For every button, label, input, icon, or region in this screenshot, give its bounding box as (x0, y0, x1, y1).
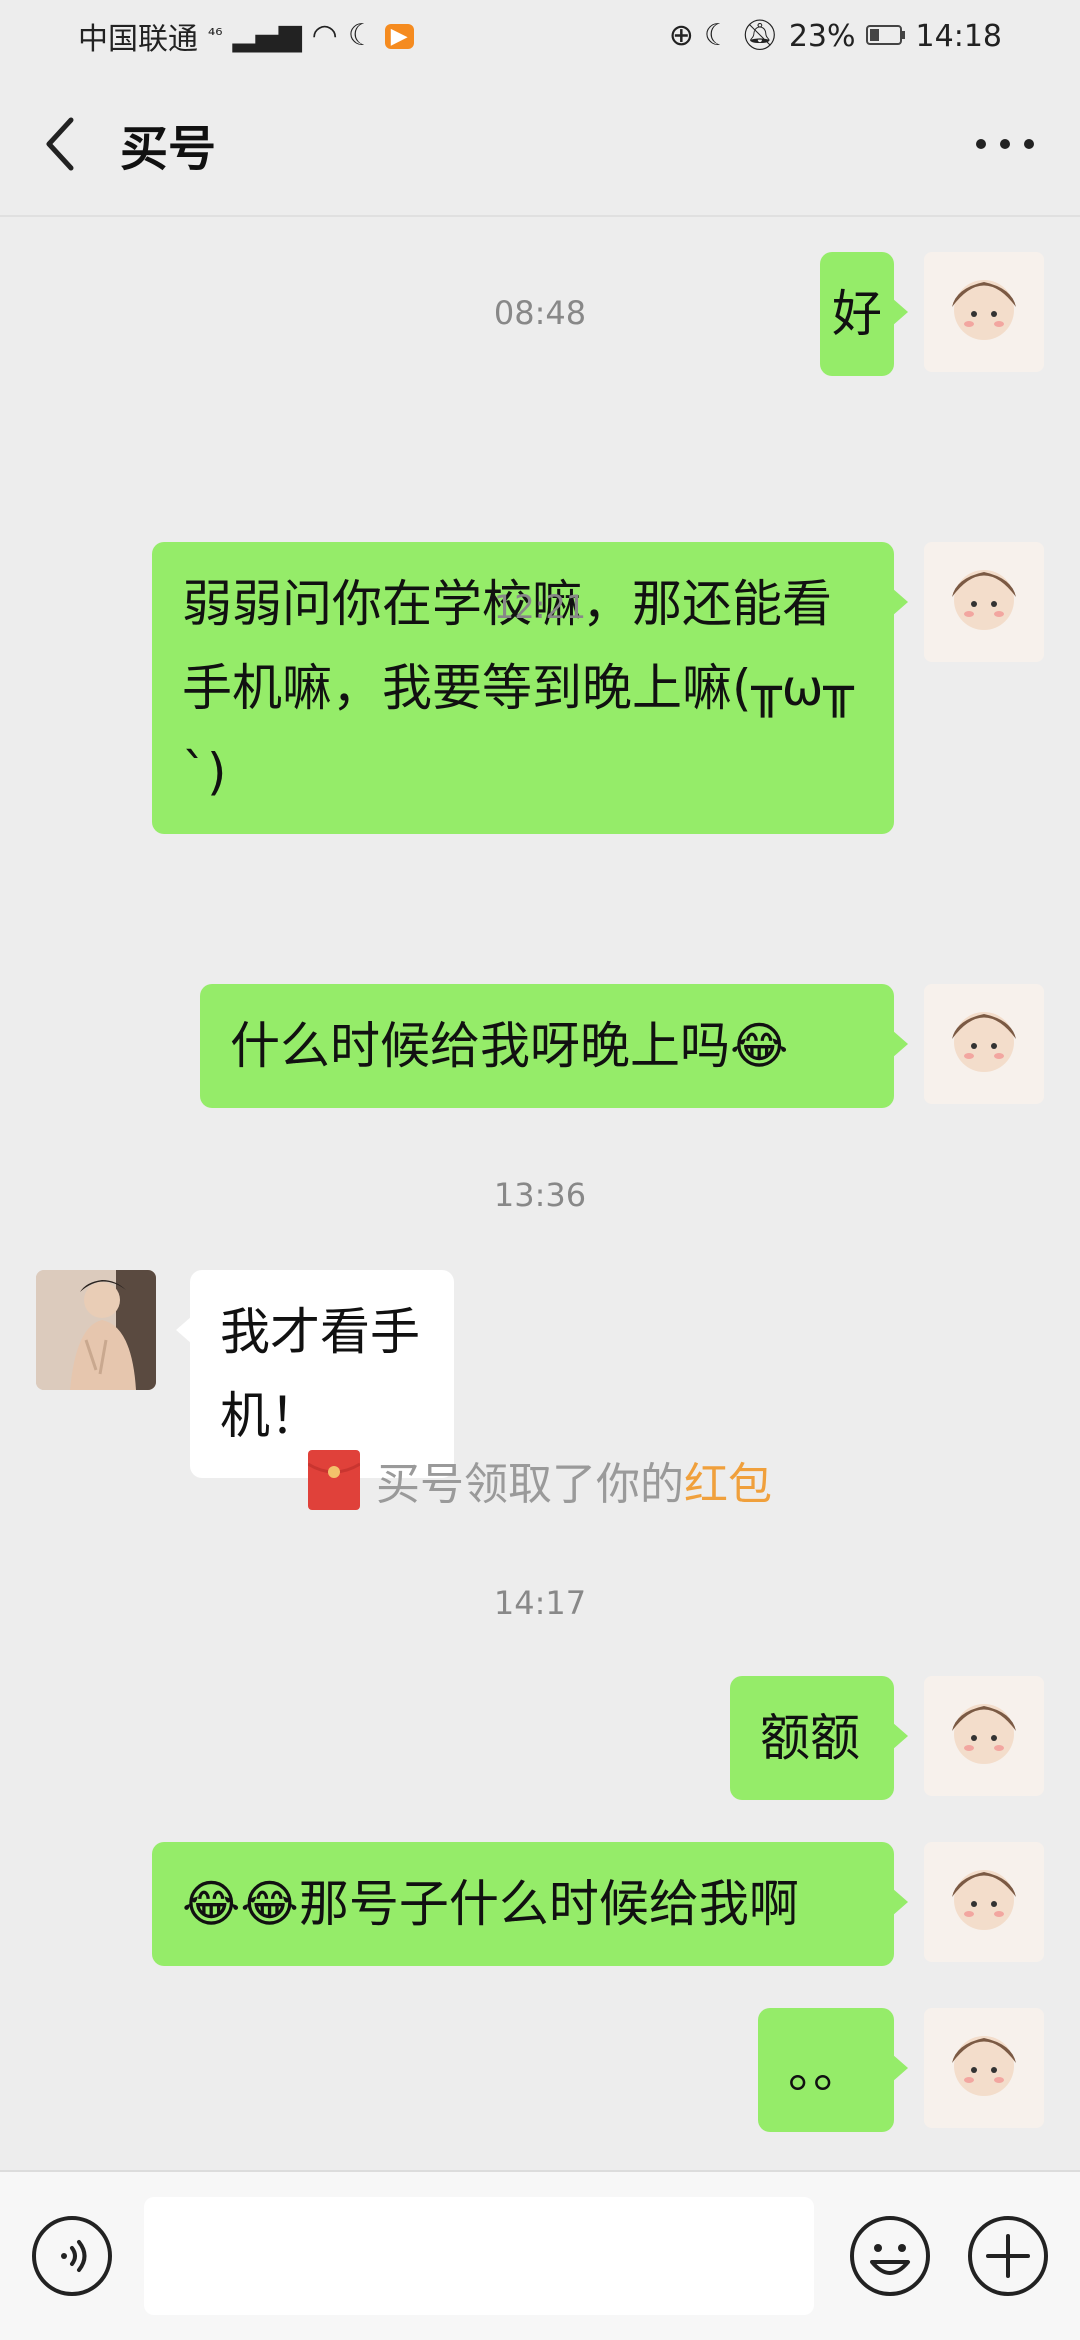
clock: 14:18 (915, 18, 1002, 54)
timestamp: 08:48 (493, 294, 587, 332)
message-bubble[interactable]: 。。 (758, 2008, 908, 2132)
message-outgoing: 额额 (730, 1676, 1044, 1800)
my-avatar[interactable] (924, 2008, 1044, 2128)
red-packet-link[interactable]: 红包 (684, 1459, 772, 1510)
video-app-icon: ▶ (384, 23, 414, 49)
red-packet-icon (308, 1450, 360, 1510)
message-bubble[interactable]: 弱弱问你在学校嘛，那还能看手机嘛，我要等到晚上嘛(╥ω╥`) (152, 542, 908, 834)
more-icon (976, 139, 1034, 149)
timestamp: 14:17 (493, 1584, 587, 1622)
red-packet-notice: 买号领取了你的红包 (0, 1448, 1080, 1512)
message-outgoing: 什么时候给我呀晚上吗😂 (200, 984, 1044, 1108)
message-outgoing: 弱弱问你在学校嘛，那还能看手机嘛，我要等到晚上嘛(╥ω╥`) (152, 542, 1044, 834)
moon-icon: ☾ (347, 18, 375, 53)
more-functions-button[interactable] (966, 2214, 1050, 2298)
plus-icon (968, 2216, 1048, 2296)
voice-icon (32, 2216, 112, 2296)
status-bar: 中国联通 ⁴⁶ ▂▄▆ ◠ ☾ ▶ ⊕ ☾ 🔕︎ 23% 14:18 (0, 0, 1080, 72)
my-avatar[interactable] (924, 1676, 1044, 1796)
battery-percent: 23% (788, 18, 856, 54)
timestamp: 13:36 (493, 1176, 587, 1214)
my-avatar[interactable] (924, 1842, 1044, 1962)
data-saver-icon: ⊕ (668, 18, 694, 53)
chat-title: 买号 (120, 121, 217, 177)
do-not-disturb-icon: ☾ (703, 18, 731, 53)
friend-avatar[interactable] (36, 1270, 156, 1390)
chevron-left-icon (46, 117, 74, 171)
emoji-button[interactable] (848, 2214, 932, 2298)
notice-text: 买号领取了你的 (376, 1459, 684, 1510)
chat-header: 买号 (0, 72, 1080, 216)
my-avatar[interactable] (924, 984, 1044, 1104)
message-bubble[interactable]: 什么时候给我呀晚上吗😂 (200, 984, 908, 1108)
wifi-icon: ◠ (311, 18, 338, 53)
timestamp: 12:21 (493, 588, 587, 626)
more-options-button[interactable] (960, 104, 1050, 184)
carrier-label: 中国联通 (78, 22, 198, 57)
message-incoming: 我才看手机！ (36, 1270, 454, 1478)
signal-icon: ▂▄▆ (232, 18, 302, 53)
message-list[interactable]: 好 08:48 弱弱问你在学校嘛，那还能看手机嘛，我要等到晚上嘛(╥ω╥`) 1… (0, 218, 1080, 2170)
status-left: 中国联通 ⁴⁶ ▂▄▆ ◠ ☾ ▶ (78, 14, 414, 58)
voice-button[interactable] (30, 2214, 114, 2298)
battery-icon (865, 19, 906, 54)
network-type-icon: ⁴⁶ (208, 25, 223, 46)
message-outgoing: 😂😂那号子什么时候给我啊 (152, 1842, 1044, 1966)
mute-icon: 🔕︎ (740, 18, 779, 53)
status-right: ⊕ ☾ 🔕︎ 23% 14:18 (669, 19, 1002, 54)
message-input[interactable] (144, 2197, 814, 2315)
message-bubble[interactable]: 额额 (730, 1676, 908, 1800)
message-outgoing: 。。 (758, 2008, 1044, 2132)
smiley-icon (850, 2216, 930, 2296)
header-divider (0, 215, 1080, 217)
message-bubble[interactable]: 我才看手机！ (176, 1270, 454, 1478)
input-bar (0, 2170, 1080, 2340)
message-bubble[interactable]: 😂😂那号子什么时候给我啊 (152, 1842, 908, 1966)
back-button[interactable] (30, 104, 90, 184)
